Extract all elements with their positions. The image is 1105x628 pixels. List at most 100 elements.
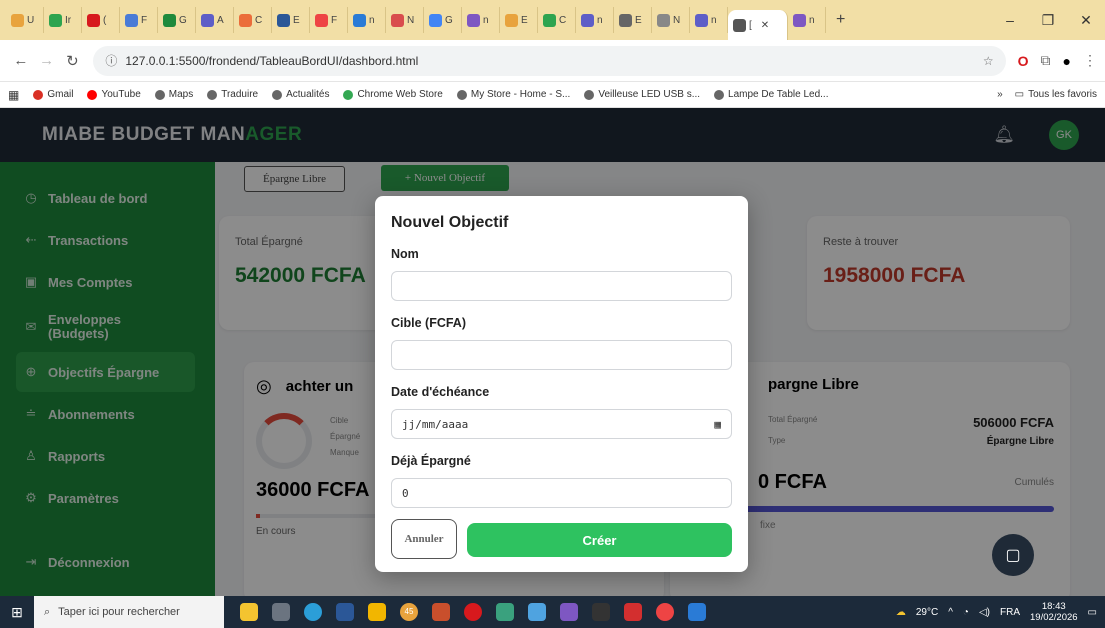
deadline-date-input[interactable]: jj/mm/aaaa ▦ [391,409,732,439]
language-indicator[interactable]: FRA [1000,607,1020,618]
opera-extension-icon[interactable]: O [1018,53,1029,69]
bookmark-item[interactable]: Traduire [207,89,258,100]
chat-bubble-icon[interactable]: ▢ [992,534,1034,576]
deadline-label: Date d'échéance [391,385,490,399]
reload-icon[interactable]: ↻ [60,52,86,70]
tab-label: C [559,14,567,26]
browser-tab[interactable]: F [310,7,348,33]
browser-tab[interactable]: G [158,7,196,33]
all-bookmarks-folder[interactable]: ▭ Tous les favoris [1015,89,1097,100]
bookmark-label: Lampe De Table Led... [728,89,829,100]
bookmark-favicon-icon [207,89,218,100]
more-bookmarks-icon[interactable]: » [997,89,1003,100]
chrome-icon[interactable] [656,603,674,621]
vscode-icon[interactable] [688,603,706,621]
browser-tab[interactable]: n [462,7,500,33]
bookmarks-bar: ▦ Gmail YouTube Maps Traduire Actualités Chro… [0,82,1105,108]
bookmark-favicon-icon [87,89,98,100]
name-input[interactable] [391,271,732,301]
bookmark-item[interactable]: Veilleuse LED USB s... [584,89,700,100]
apps-icon[interactable]: ▦ [8,88,19,102]
browser-tab[interactable]: G [424,7,462,33]
terminal-icon[interactable] [592,603,610,621]
browser-tab[interactable]: A [196,7,234,33]
target-label: Cible (FCFA) [391,316,466,330]
word-icon[interactable] [336,603,354,621]
weather-temp[interactable]: 29°C [916,607,938,618]
task-view-icon[interactable] [272,603,290,621]
saved-input[interactable]: 0 [391,478,732,508]
photo-app-icon[interactable] [560,603,578,621]
info-icon[interactable]: ⓘ [105,52,117,69]
new-tab-button[interactable]: + [828,11,853,29]
create-button[interactable]: Créer [467,523,732,557]
browser-tab[interactable]: E [272,7,310,33]
bookmark-item[interactable]: Maps [154,89,194,100]
browser-tab[interactable]: n [690,7,728,33]
browser-tab[interactable]: E [500,7,538,33]
powerpoint-icon[interactable] [432,603,450,621]
new-goal-modal: Nouvel Objectif Nom Cible (FCFA) Date d'… [375,196,748,572]
windows-start-icon[interactable]: ⊞ [0,604,34,621]
search-icon: ⌕ [44,605,51,618]
tab-favicon-icon [793,13,806,27]
extensions-icon[interactable]: ⧉ [1041,52,1051,69]
tab-label: [ [749,19,752,31]
browser-tab[interactable]: C [538,7,576,33]
url-field[interactable]: ⓘ 127.0.0.1:5500/frondend/TableauBordUI/… [93,45,1006,76]
browser-tab[interactable]: F [120,7,158,33]
taskbar-search[interactable]: ⌕ Taper ici pour rechercher [34,596,224,628]
tab-label: E [635,14,642,26]
minimize-icon[interactable]: – [991,12,1029,28]
bookmark-item[interactable]: Actualités [272,89,329,100]
bookmark-favicon-icon [714,89,725,100]
opera-icon[interactable] [464,603,482,621]
restore-icon[interactable]: ❐ [1029,12,1067,29]
edge-icon[interactable] [304,603,322,621]
bookmark-label: Veilleuse LED USB s... [598,89,701,100]
photos-icon[interactable] [528,603,546,621]
close-icon[interactable]: ✕ [1067,12,1105,29]
browser-tab[interactable]: n [348,7,386,33]
bookmark-label: Gmail [47,89,74,100]
git-icon[interactable] [496,603,514,621]
chrome-badge-icon[interactable]: 45 [400,603,418,621]
close-tab-icon[interactable]: ✕ [761,20,769,31]
target-input[interactable] [391,340,732,370]
back-icon[interactable]: ← [8,52,34,69]
browser-tab[interactable]: Ir [44,7,82,33]
browser-tab[interactable]: n [788,7,826,33]
browser-tab[interactable]: U [6,7,44,33]
browser-tab[interactable]: ( [82,7,120,33]
network-icon[interactable]: ◔ [963,607,969,618]
forward-icon[interactable]: → [34,52,60,69]
browser-tab[interactable]: N [386,7,424,33]
bookmark-favicon-icon [343,89,354,100]
cancel-button[interactable]: Annuler [391,519,457,559]
notifications-icon[interactable]: ▭ [1088,607,1097,618]
bookmark-item[interactable]: Chrome Web Store [343,89,443,100]
bookmark-item[interactable]: Lampe De Table Led... [714,89,829,100]
browser-tab[interactable]: n [576,7,614,33]
tab-favicon-icon [543,13,556,27]
bookmark-star-icon[interactable]: ☆ [983,54,994,68]
browser-tab[interactable]: C [234,7,272,33]
bookmark-item[interactable]: YouTube [87,89,141,100]
sparkle-icon[interactable] [240,603,258,621]
calendar-icon[interactable]: ▦ [714,418,721,431]
bookmark-label: Maps [168,89,194,100]
browser-tab[interactable]: [✕ [728,10,788,40]
bookmark-item[interactable]: My Store - Home - S... [456,89,570,100]
explorer-icon[interactable] [368,603,386,621]
wps-icon[interactable] [624,603,642,621]
clock[interactable]: 18:43 19/02/2026 [1030,601,1078,623]
bookmark-item[interactable]: Gmail [33,89,73,100]
menu-icon[interactable]: ⋮ [1083,52,1097,69]
volume-icon[interactable]: ◁) [979,607,990,618]
browser-tab[interactable]: E [614,7,652,33]
date-placeholder: jj/mm/aaaa [402,417,469,431]
browser-tab[interactable]: N [652,7,690,33]
tab-favicon-icon [315,13,328,27]
profile-icon[interactable]: ● [1063,53,1071,69]
tray-chevron-icon[interactable]: ^ [948,607,953,618]
